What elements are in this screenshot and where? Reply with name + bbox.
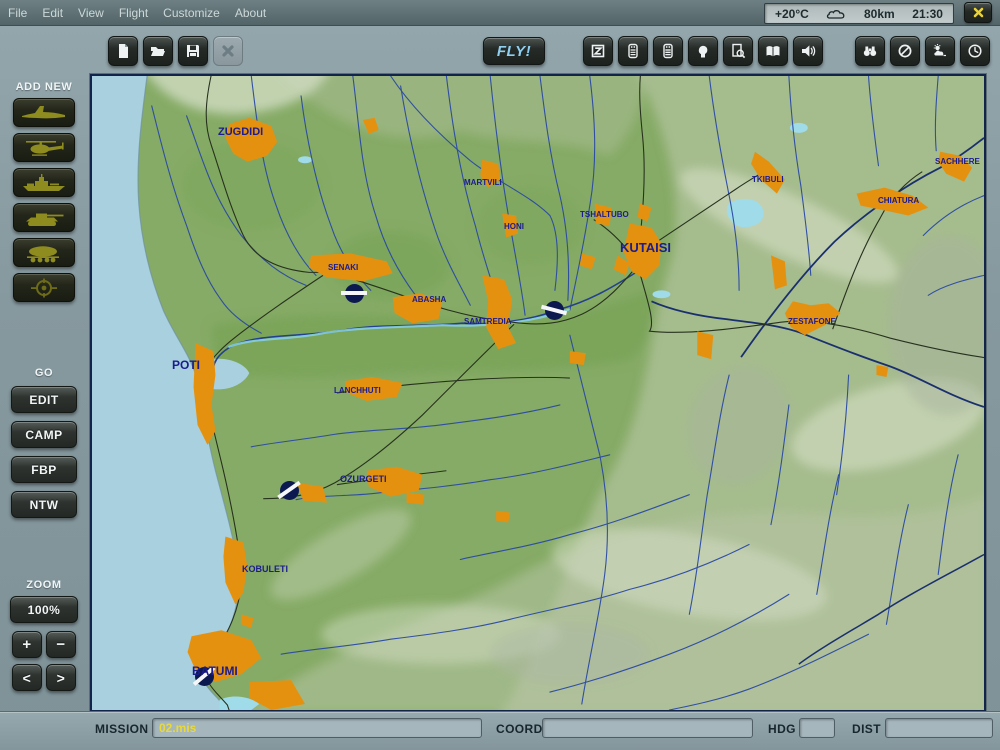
binoculars-button[interactable] (855, 36, 885, 66)
speaker-icon (800, 43, 816, 59)
city-label-tkibuli: TKIBULI (752, 175, 784, 184)
new-mission-button[interactable] (108, 36, 138, 66)
status-bar: MISSION COORD HDG DIST (0, 711, 1000, 750)
dist-input[interactable] (885, 718, 993, 738)
add-vehicle-button[interactable] (13, 203, 75, 232)
go-ntw-button[interactable]: NTW (11, 491, 77, 518)
target-crosshair-icon (21, 278, 67, 298)
go-label: GO (0, 367, 88, 379)
save-mission-button[interactable] (178, 36, 208, 66)
open-book-icon (765, 43, 781, 59)
airplane-icon (21, 103, 67, 123)
map-viewport[interactable]: ZUGDIDI MARTVILI HONI TSHALTUBO KUTAISI TKIBU… (90, 74, 986, 712)
city-label-lanchhuti: LANCHHUTI (334, 386, 381, 395)
prev-button[interactable]: < (12, 664, 42, 691)
go-camp-button[interactable]: CAMP (11, 421, 77, 448)
city-label-tshaltubo: TSHALTUBO (580, 210, 629, 219)
cloud-icon (826, 8, 846, 19)
sound-button[interactable] (793, 36, 823, 66)
train-car-icon (21, 243, 67, 263)
airfield-icon[interactable] (341, 280, 367, 306)
zoom-in-button[interactable]: + (12, 631, 42, 658)
city-label-chiatura: CHIATURA (878, 196, 919, 205)
dist-label: DIST (852, 722, 881, 736)
encyclopedia-button[interactable] (758, 36, 788, 66)
sun-cloud-icon (932, 43, 948, 59)
visibility-value: 80km (864, 7, 895, 21)
coord-label: COORD (496, 722, 543, 736)
menu-about[interactable]: About (235, 6, 266, 20)
close-button[interactable] (964, 2, 992, 23)
open-folder-icon (150, 43, 166, 59)
city-label-martvili: MARTVILI (464, 178, 502, 187)
pilot-head-icon (695, 43, 711, 59)
zoom-label: ZOOM (0, 579, 88, 591)
clock-icon (967, 43, 983, 59)
airfield-icon[interactable] (541, 297, 567, 323)
city-label-sachhere: SACHHERE (935, 157, 980, 166)
save-floppy-icon (185, 43, 201, 59)
helicopter-icon (21, 138, 67, 158)
add-new-label: ADD NEW (0, 81, 88, 93)
time-compression-button[interactable] (583, 36, 613, 66)
weather-button[interactable] (925, 36, 955, 66)
city-label-senaki: SENAKI (328, 263, 358, 272)
menu-edit[interactable]: Edit (42, 6, 63, 20)
weather-status-box: +20°C 80km 21:30 (764, 3, 954, 24)
menu-flight[interactable]: Flight (119, 6, 148, 20)
city-label-kobuleti: KOBULETI (242, 564, 288, 574)
briefing-button[interactable] (618, 36, 648, 66)
temperature-value: +20°C (775, 7, 809, 21)
new-document-icon (115, 43, 131, 59)
delete-x-icon (220, 43, 236, 59)
city-label-batumi: BATUMI (192, 664, 238, 678)
no-entry-icon (897, 43, 913, 59)
add-helicopter-button[interactable] (13, 133, 75, 162)
mission-label: MISSION (95, 722, 148, 736)
city-label-kutaisi: KUTAISI (620, 240, 671, 255)
binoculars-icon (862, 43, 878, 59)
briefing-icon (625, 43, 641, 59)
ship-icon (21, 173, 67, 193)
add-airplane-button[interactable] (13, 98, 75, 127)
menu-file[interactable]: File (8, 6, 27, 20)
hdg-input[interactable] (799, 718, 835, 738)
debriefing-icon (660, 43, 676, 59)
city-label-abasha: ABASHA (412, 295, 446, 304)
tank-icon (21, 208, 67, 228)
city-label-poti: POTI (172, 358, 200, 372)
time-value: 21:30 (912, 7, 943, 21)
x-icon (973, 7, 984, 18)
time-of-day-button[interactable] (960, 36, 990, 66)
pilot-button[interactable] (688, 36, 718, 66)
delete-button-disabled (213, 36, 243, 66)
time-z-icon (590, 43, 606, 59)
hdg-label: HDG (768, 722, 796, 736)
object-viewer-button[interactable] (723, 36, 753, 66)
mission-input[interactable] (152, 718, 482, 738)
menu-view[interactable]: View (78, 6, 104, 20)
add-ship-button[interactable] (13, 168, 75, 197)
city-label-honi: HONI (504, 222, 524, 231)
fly-button[interactable]: FLY! (483, 37, 545, 65)
coord-input[interactable] (542, 718, 753, 738)
go-edit-button[interactable]: EDIT (11, 386, 77, 413)
add-train-button[interactable] (13, 238, 75, 267)
zoom-level-button[interactable]: 100% (10, 596, 78, 623)
restrictions-button[interactable] (890, 36, 920, 66)
next-button[interactable]: > (46, 664, 76, 691)
city-label-zugdidi: ZUGDIDI (218, 126, 263, 138)
add-target-button[interactable] (13, 273, 75, 302)
airfield-icon[interactable] (276, 477, 302, 503)
city-label-samtredia: SAMTREDIA (464, 317, 512, 326)
debriefing-button[interactable] (653, 36, 683, 66)
open-mission-button[interactable] (143, 36, 173, 66)
search-document-icon (730, 43, 746, 59)
map-labels-layer: ZUGDIDI MARTVILI HONI TSHALTUBO KUTAISI TKIBU… (92, 76, 984, 710)
go-fbp-button[interactable]: FBP (11, 456, 77, 483)
city-label-zestafone: ZESTAFONE (788, 317, 836, 326)
zoom-out-button[interactable]: − (46, 631, 76, 658)
city-label-ozurgeti: OZURGETI (340, 474, 387, 484)
menu-customize[interactable]: Customize (163, 6, 220, 20)
